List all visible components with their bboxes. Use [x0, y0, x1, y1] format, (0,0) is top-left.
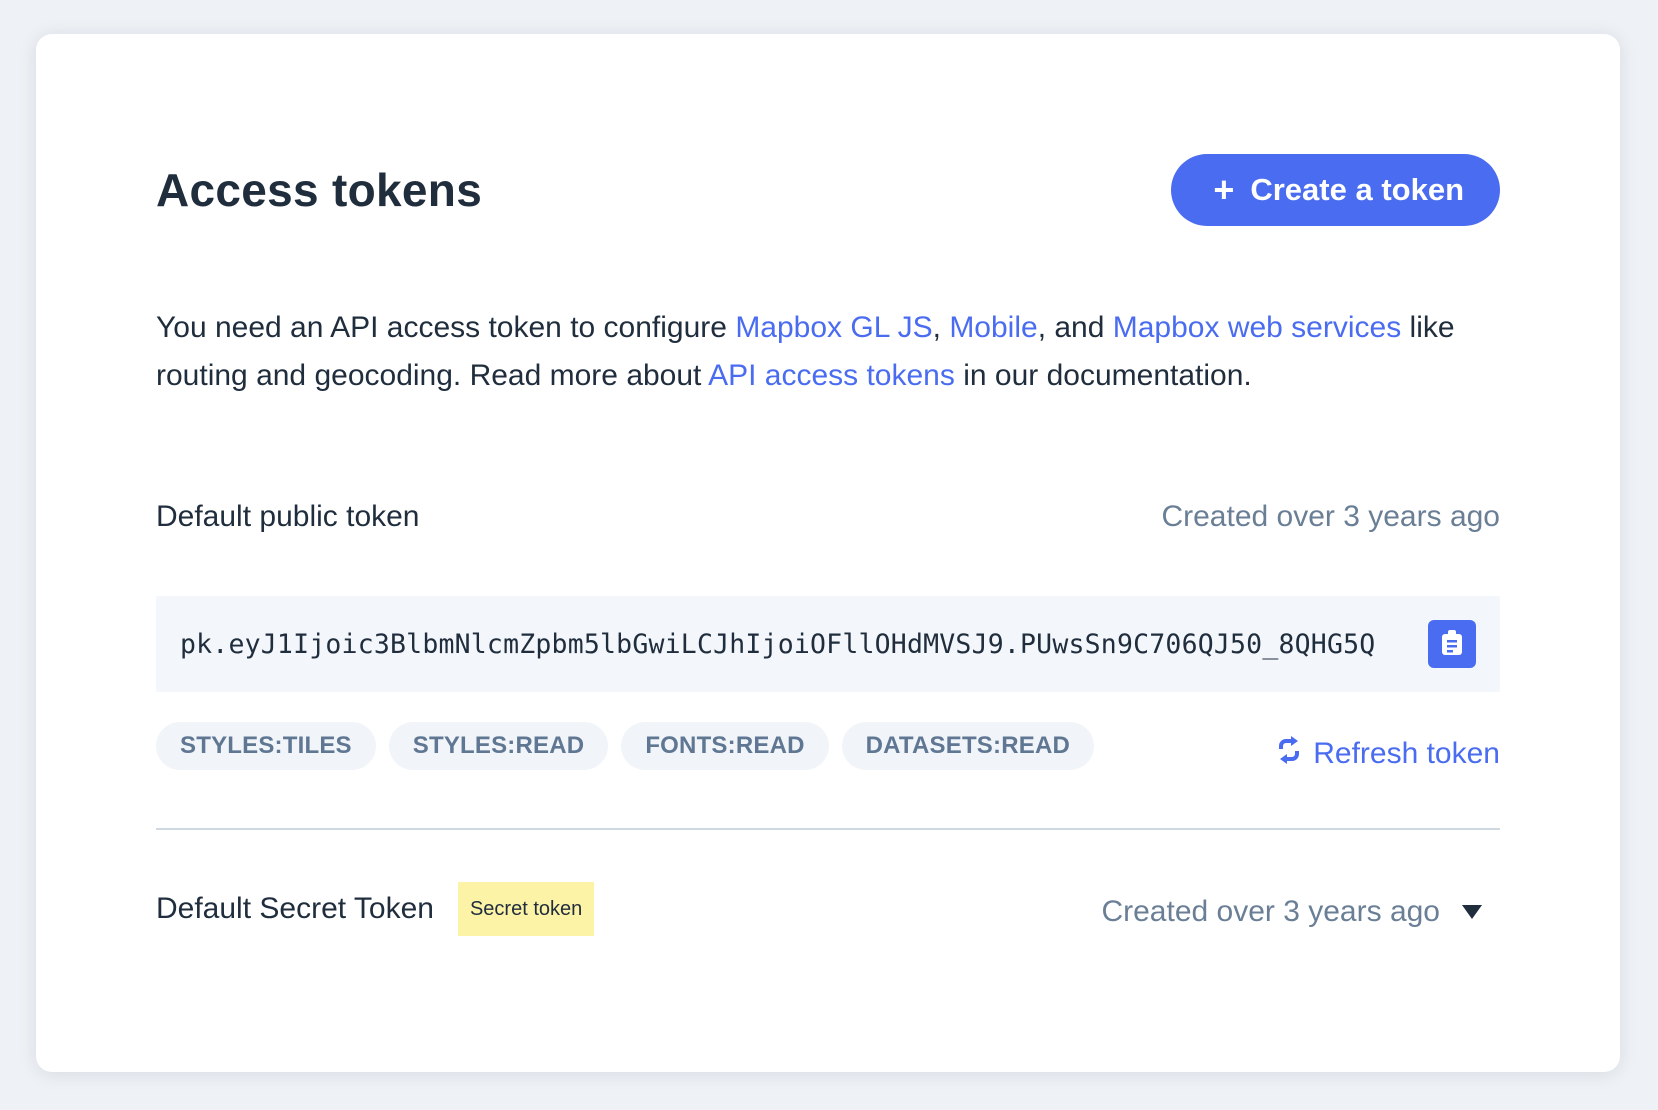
description-text: in our documentation.: [954, 359, 1252, 392]
description-text: ,: [932, 311, 950, 344]
description: You need an API access token to configur…: [156, 304, 1500, 400]
public-token-header: Default public token Created over 3 year…: [156, 500, 1500, 534]
scope-pill: DATASETS:READ: [841, 722, 1095, 770]
secret-token-created: Created over 3 years ago: [1101, 895, 1440, 928]
secret-token-name: Default Secret Token: [156, 892, 434, 925]
create-token-button[interactable]: + Create a token: [1171, 154, 1500, 226]
access-tokens-card: Access tokens + Create a token You need …: [36, 34, 1620, 1072]
plus-icon: +: [1213, 169, 1235, 210]
secret-token-row[interactable]: Default Secret Token Secret token Create…: [156, 882, 1500, 936]
header-row: Access tokens + Create a token: [156, 154, 1500, 226]
divider: [156, 828, 1500, 830]
public-token-value[interactable]: pk.eyJ1Ijoic3BlbmNlcmZpbm5lbGwiLCJhIjoiO…: [180, 629, 1375, 660]
description-text: , and: [1037, 311, 1113, 344]
scope-pill: STYLES:READ: [388, 722, 609, 770]
refresh-token-button[interactable]: Refresh token: [1277, 736, 1500, 772]
api-access-tokens-link[interactable]: API access tokens: [708, 359, 955, 392]
description-text: You need an API access token to configur…: [156, 311, 736, 344]
mapbox-web-services-link[interactable]: Mapbox web services: [1113, 311, 1401, 344]
secret-token-meta: Created over 3 years ago: [1101, 895, 1500, 929]
scope-pill: FONTS:READ: [621, 722, 829, 770]
secret-token-title-group: Default Secret Token Secret token: [156, 882, 595, 936]
scope-pill: STYLES:TILES: [156, 722, 376, 770]
scopes-row: STYLES:TILES STYLES:READ FONTS:READ DATA…: [156, 720, 1500, 772]
scope-list: STYLES:TILES STYLES:READ FONTS:READ DATA…: [156, 722, 1095, 770]
mapbox-gl-js-link[interactable]: Mapbox GL JS: [735, 311, 932, 344]
page-title: Access tokens: [156, 164, 483, 216]
public-token-name: Default public token: [156, 500, 420, 533]
public-token-box: pk.eyJ1Ijoic3BlbmNlcmZpbm5lbGwiLCJhIjoiO…: [156, 596, 1500, 692]
secret-token-badge: Secret token: [457, 882, 595, 936]
clipboard-icon: [1441, 628, 1463, 661]
mobile-link[interactable]: Mobile: [949, 311, 1037, 344]
refresh-token-label: Refresh token: [1313, 737, 1500, 770]
create-token-label: Create a token: [1250, 172, 1464, 207]
copy-token-button[interactable]: [1428, 620, 1476, 668]
public-token-created: Created over 3 years ago: [1161, 500, 1500, 533]
caret-down-icon[interactable]: [1462, 905, 1482, 919]
refresh-icon: [1277, 736, 1301, 772]
